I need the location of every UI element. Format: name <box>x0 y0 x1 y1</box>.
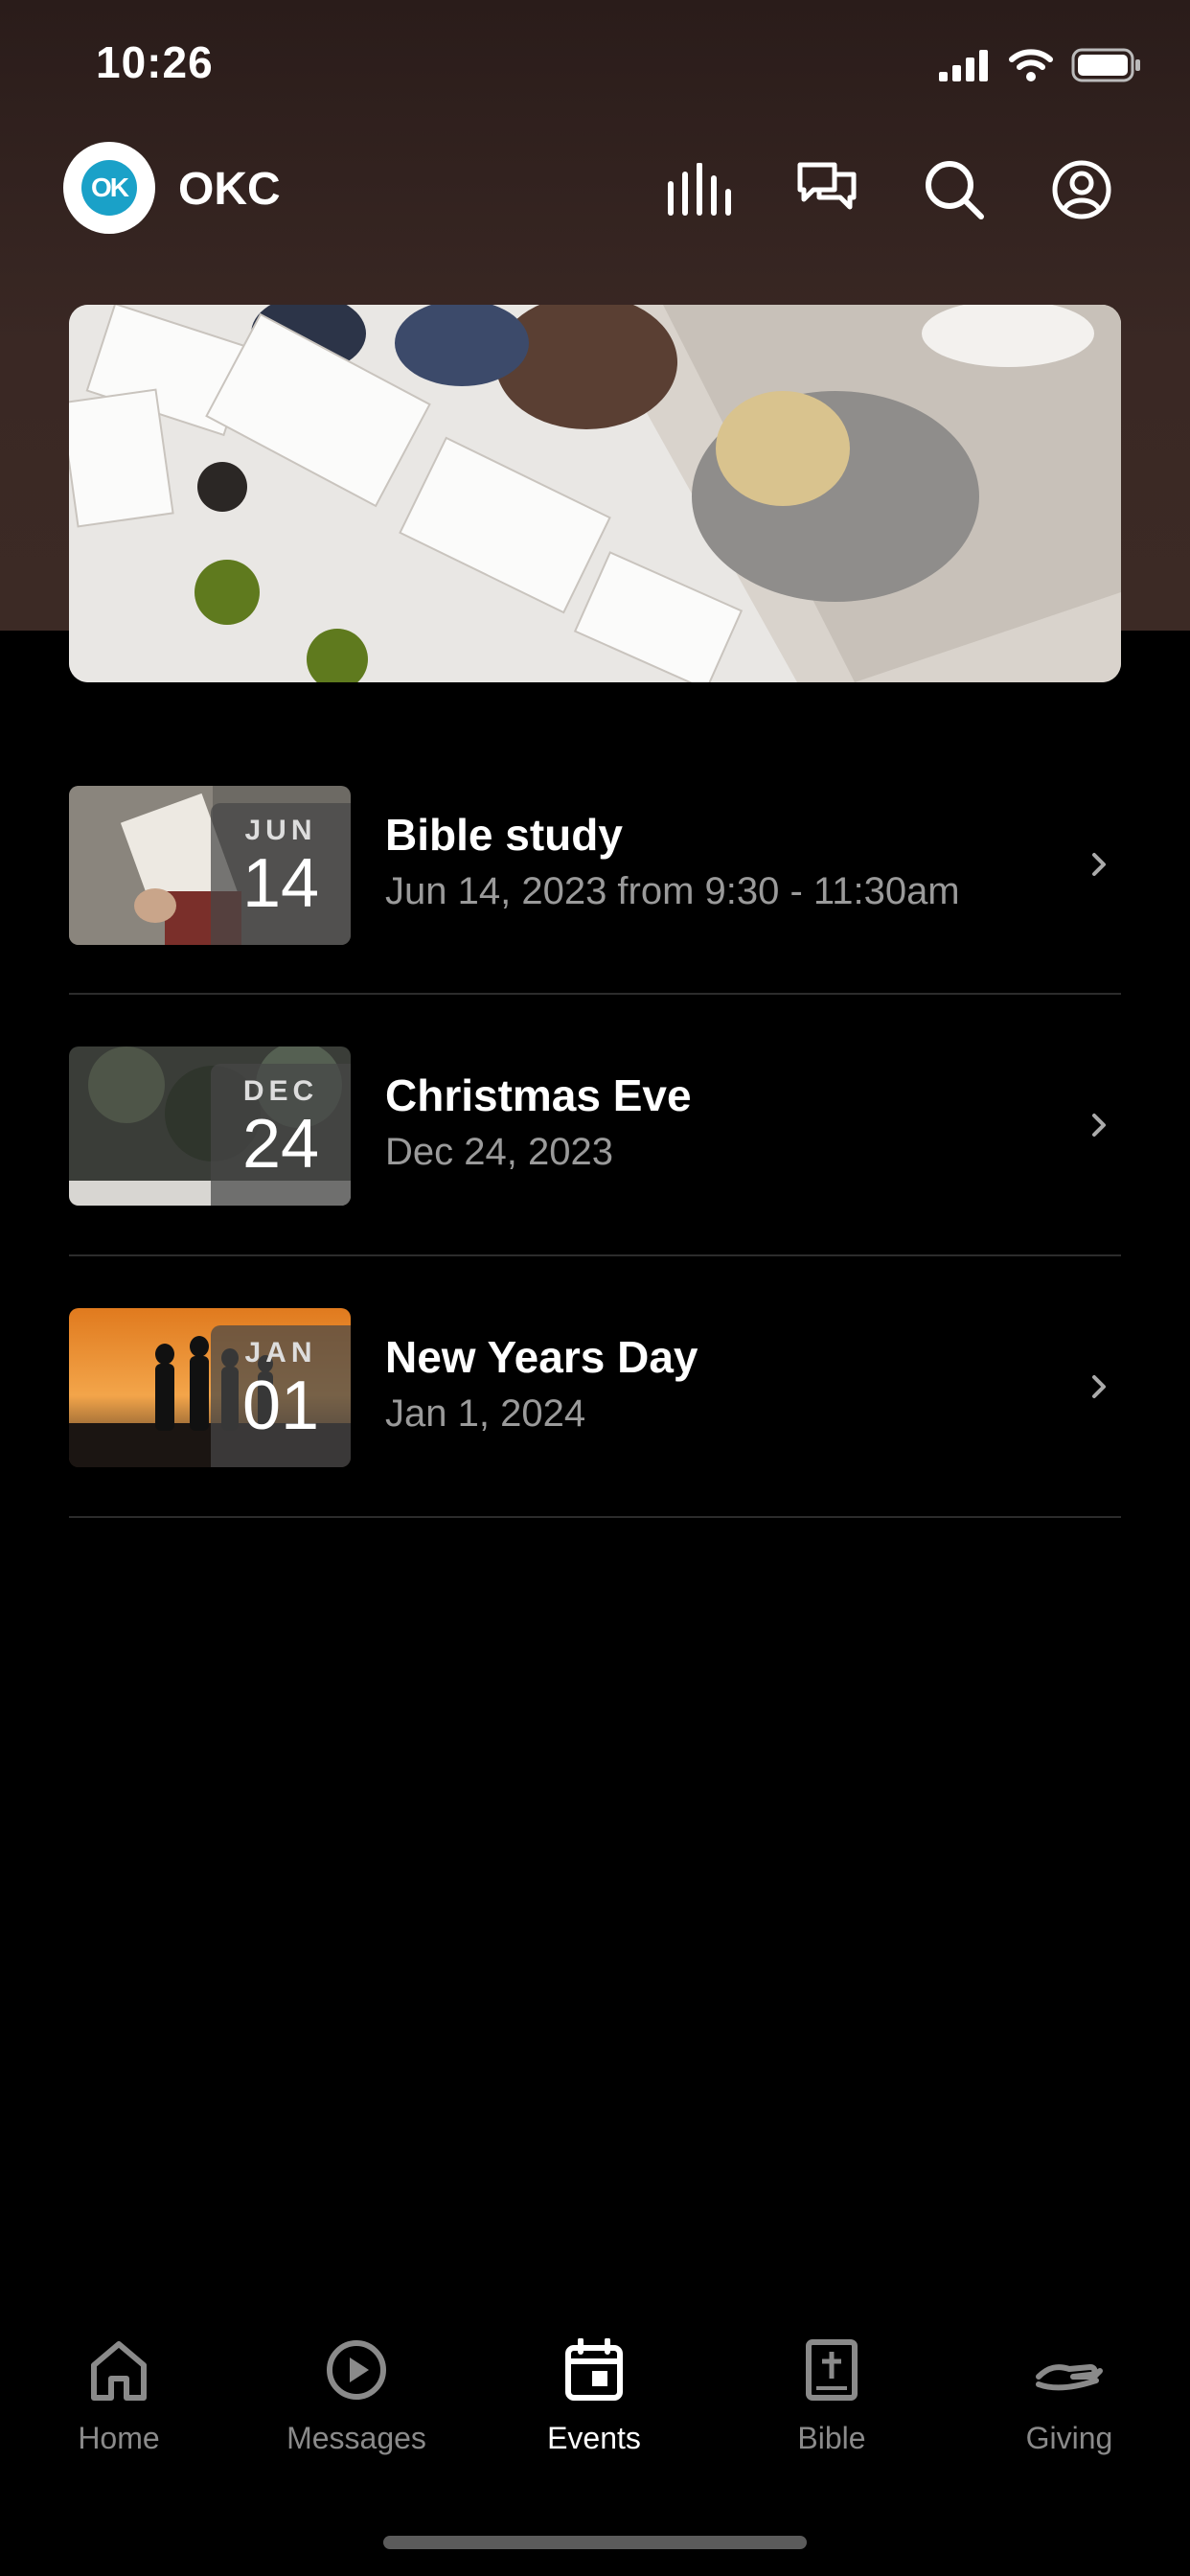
profile-icon <box>1052 160 1111 219</box>
status-icons <box>939 46 1142 84</box>
event-title: New Years Day <box>385 1332 698 1382</box>
calendar-icon <box>565 2338 623 2401</box>
home-indicator <box>383 2536 807 2549</box>
event-subtitle: Jun 14, 2023 from 9:30 - 11:30am <box>385 870 960 912</box>
profile-button[interactable] <box>1047 155 1116 224</box>
event-thumbnail: DEC 24 <box>69 1046 351 1206</box>
bible-study-photo <box>69 305 1121 682</box>
event-title: Bible study <box>385 810 623 860</box>
event-item-christmas-eve[interactable]: DEC 24 Christmas Eve Dec 24, 2023 <box>69 1046 1121 1206</box>
tab-events[interactable]: Events <box>498 2338 690 2456</box>
bible-icon <box>806 2339 858 2401</box>
church-logo[interactable]: OK <box>63 142 155 234</box>
giving-hand-icon <box>1036 2364 1103 2391</box>
tab-label: Home <box>78 2421 160 2455</box>
event-subtitle: Jan 1, 2024 <box>385 1392 586 1435</box>
brand-name: OKC <box>178 164 281 215</box>
audio-bars-icon <box>668 163 731 216</box>
battery-icon <box>1071 48 1140 82</box>
event-item-bible-study[interactable]: JUN 14 Bible study Jun 14, 2023 from 9:3… <box>69 786 1121 945</box>
event-day: 14 <box>241 845 320 922</box>
status-time: 10:26 <box>96 37 214 87</box>
play-circle-icon <box>327 2340 386 2400</box>
hero-image[interactable] <box>69 305 1121 682</box>
tab-messages[interactable]: Messages <box>261 2338 452 2456</box>
event-item-new-years-day[interactable]: JAN 01 New Years Day Jan 1, 2024 <box>69 1308 1121 1467</box>
divider <box>69 993 1121 995</box>
cellular-signal-icon <box>939 50 988 81</box>
wifi-icon <box>1009 49 1053 81</box>
event-month: JUN <box>244 815 317 846</box>
chat-bubbles-icon <box>797 162 857 210</box>
home-icon <box>91 2341 147 2401</box>
tab-label: Events <box>547 2421 641 2455</box>
search-button[interactable] <box>920 155 989 224</box>
live-audio-button[interactable] <box>665 155 734 224</box>
event-title: Christmas Eve <box>385 1070 692 1120</box>
tab-giving[interactable]: Giving <box>973 2338 1165 2456</box>
event-day: 24 <box>241 1106 320 1183</box>
chevron-right-icon <box>1092 853 1106 876</box>
tab-home[interactable]: Home <box>23 2338 215 2456</box>
chat-button[interactable] <box>792 155 861 224</box>
event-month: DEC <box>242 1075 319 1107</box>
tab-bible[interactable]: Bible <box>736 2338 927 2456</box>
event-thumbnail: JUN 14 <box>69 786 351 945</box>
date-badge: DEC 24 <box>211 1064 351 1206</box>
divider <box>69 1516 1121 1518</box>
logo-mark: OK <box>81 160 137 216</box>
event-month: JAN <box>244 1337 317 1368</box>
tab-label: Giving <box>1025 2421 1113 2455</box>
tab-label: Bible <box>797 2421 866 2455</box>
date-badge: JAN 01 <box>211 1325 351 1467</box>
app-header: OK OKC <box>0 134 1190 249</box>
event-subtitle: Dec 24, 2023 <box>385 1131 613 1173</box>
status-bar: 10:26 <box>0 0 1190 129</box>
event-thumbnail: JAN 01 <box>69 1308 351 1467</box>
tab-bar: Home Messages Events Bible Giving <box>0 2338 1190 2472</box>
date-badge: JUN 14 <box>211 803 351 945</box>
search-icon <box>926 161 984 219</box>
chevron-right-icon <box>1092 1114 1106 1137</box>
tab-label: Messages <box>286 2421 426 2455</box>
divider <box>69 1254 1121 1256</box>
event-day: 01 <box>241 1368 320 1444</box>
chevron-right-icon <box>1092 1375 1106 1398</box>
